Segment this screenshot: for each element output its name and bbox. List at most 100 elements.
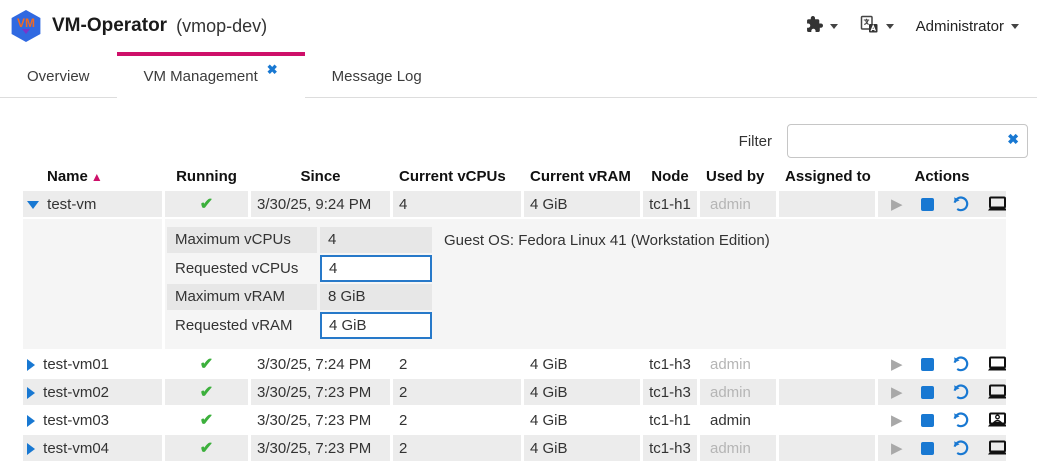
expand-toggle-icon[interactable] (27, 359, 35, 371)
stop-icon (921, 358, 934, 371)
open-console-button[interactable] (987, 440, 1006, 456)
since-value: 3/30/25, 7:24 PM (251, 351, 390, 377)
restart-icon (952, 196, 969, 213)
running-check-icon: ✔ (200, 412, 213, 429)
running-check-icon: ✔ (200, 440, 213, 457)
logo-caret-icon (22, 29, 30, 34)
restart-vm-button[interactable] (952, 384, 969, 401)
open-console-button[interactable] (987, 384, 1006, 400)
app-subtitle: (vmop-dev) (176, 16, 267, 37)
vcpus-value: 2 (393, 351, 521, 377)
stop-icon (921, 386, 934, 399)
start-vm-button[interactable]: ▶ (891, 439, 903, 457)
stop-vm-button[interactable] (921, 386, 934, 399)
column-header-since[interactable]: Since (251, 164, 390, 189)
stop-icon (921, 414, 934, 427)
filter-row: Filter ✖ (0, 124, 1028, 158)
console-icon (987, 440, 1006, 456)
vram-value: 4 GiB (524, 435, 640, 461)
running-check-icon: ✔ (200, 384, 213, 401)
column-header-name[interactable]: Name▲ (23, 164, 162, 189)
vm-name: test-vm04 (43, 440, 109, 457)
chevron-down-icon (1011, 24, 1019, 29)
start-vm-button[interactable]: ▶ (891, 383, 903, 401)
since-value: 3/30/25, 9:24 PM (251, 191, 390, 217)
requested-vcpus-label: Requested vCPUs (167, 256, 317, 282)
restart-icon (952, 384, 969, 401)
clear-filter-icon[interactable]: ✖ (1007, 131, 1019, 148)
tab-label: Message Log (332, 68, 422, 85)
column-header-actions[interactable]: Actions (878, 164, 1006, 189)
vm-resource-form: Maximum vCPUs 4 Requested vCPUs Maximum … (167, 227, 432, 339)
expand-toggle-icon[interactable] (27, 443, 35, 455)
vm-table-container: Name▲ Running Since Current vCPUs Curren… (0, 162, 1037, 463)
vcpus-value: 2 (393, 407, 521, 433)
filter-label: Filter (739, 133, 772, 150)
filter-field: ✖ (787, 124, 1028, 158)
tab-message-log[interactable]: Message Log (305, 52, 449, 97)
close-tab-icon[interactable]: ✖ (267, 62, 278, 78)
running-check-icon: ✔ (200, 356, 213, 373)
restart-icon (952, 356, 969, 373)
restart-vm-button[interactable] (952, 356, 969, 373)
node-value: tc1-h3 (643, 435, 697, 461)
vcpus-value: 2 (393, 379, 521, 405)
open-console-button[interactable] (987, 196, 1006, 212)
since-value: 3/30/25, 7:23 PM (251, 379, 390, 405)
requested-vram-input[interactable] (320, 312, 432, 339)
table-row: test-vm04 ✔ 3/30/25, 7:23 PM 2 4 GiB tc1… (23, 435, 1006, 461)
column-header-node[interactable]: Node (643, 164, 697, 189)
stop-vm-button[interactable] (921, 198, 934, 211)
vm-table: Name▲ Running Since Current vCPUs Curren… (20, 162, 1009, 463)
console-icon (987, 196, 1006, 212)
maximum-vram-value: 8 GiB (320, 284, 432, 310)
requested-vram-label: Requested vRAM (167, 313, 317, 339)
expand-toggle-icon[interactable] (27, 415, 35, 427)
since-value: 3/30/25, 7:23 PM (251, 435, 390, 461)
start-vm-button[interactable]: ▶ (891, 355, 903, 373)
components-menu-button[interactable] (806, 16, 838, 37)
app-logo-icon: VM (10, 10, 42, 42)
stop-vm-button[interactable] (921, 358, 934, 371)
requested-vcpus-input[interactable] (320, 255, 432, 282)
assigned-to-value (779, 435, 875, 461)
stop-vm-button[interactable] (921, 442, 934, 455)
vram-value: 4 GiB (524, 351, 640, 377)
open-console-button[interactable] (987, 412, 1006, 428)
app-title: VM-Operator (52, 15, 167, 37)
start-vm-button[interactable]: ▶ (891, 195, 903, 213)
vm-name: test-vm (47, 196, 96, 213)
node-value: tc1-h1 (643, 191, 697, 217)
column-header-vcpus[interactable]: Current vCPUs (393, 164, 521, 189)
column-header-running[interactable]: Running (165, 164, 248, 189)
table-row: test-vm02 ✔ 3/30/25, 7:23 PM 2 4 GiB tc1… (23, 379, 1006, 405)
expand-toggle-icon[interactable] (27, 387, 35, 399)
restart-icon (952, 440, 969, 457)
stop-vm-button[interactable] (921, 414, 934, 427)
assigned-to-value (779, 351, 875, 377)
assigned-to-value (779, 379, 875, 405)
node-value: tc1-h1 (643, 407, 697, 433)
column-header-assigned[interactable]: Assigned to (779, 164, 875, 189)
tab-overview[interactable]: Overview (0, 52, 117, 97)
used-by-value: admin (700, 407, 776, 433)
column-header-vram[interactable]: Current vRAM (524, 164, 640, 189)
restart-vm-button[interactable] (952, 196, 969, 213)
start-vm-button[interactable]: ▶ (891, 411, 903, 429)
filter-input[interactable] (787, 124, 1028, 158)
assigned-to-value (779, 191, 875, 217)
table-row: test-vm03 ✔ 3/30/25, 7:23 PM 2 4 GiB tc1… (23, 407, 1006, 433)
user-menu-button[interactable]: Administrator (916, 18, 1019, 35)
app-header: VM VM-Operator (vmop-dev) Administrator (0, 0, 1037, 52)
stop-icon (921, 198, 934, 211)
vm-detail-row: Maximum vCPUs 4 Requested vCPUs Maximum … (23, 219, 1006, 349)
restart-vm-button[interactable] (952, 412, 969, 429)
tab-label: Overview (27, 68, 90, 85)
column-header-used-by[interactable]: Used by (700, 164, 776, 189)
language-menu-button[interactable] (860, 15, 894, 38)
tab-vm-management[interactable]: VM Management ✖ (117, 52, 305, 98)
node-value: tc1-h3 (643, 379, 697, 405)
expand-toggle-icon[interactable] (27, 201, 39, 209)
restart-vm-button[interactable] (952, 440, 969, 457)
open-console-button[interactable] (987, 356, 1006, 372)
